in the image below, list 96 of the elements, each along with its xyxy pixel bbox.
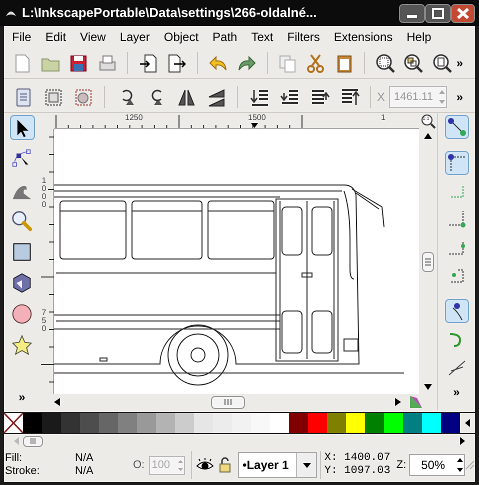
menu-item[interactable]: Help xyxy=(406,28,432,46)
color-swatch[interactable] xyxy=(327,413,346,433)
color-swatch[interactable] xyxy=(251,413,270,433)
no-paint-swatch[interactable] xyxy=(4,413,23,433)
snap-toggle-button[interactable] xyxy=(444,115,468,139)
x-label: X xyxy=(377,89,386,106)
menu-item[interactable]: Path xyxy=(212,28,238,46)
color-swatch[interactable] xyxy=(384,413,403,433)
rectangle-tool-icon xyxy=(11,240,33,262)
grip-icon xyxy=(30,438,36,444)
scroll-right-arrow-icon[interactable] xyxy=(460,437,465,445)
ruler-label: 1500 xyxy=(248,113,266,124)
selector-tool-button[interactable] xyxy=(10,115,34,140)
ruler-label: 1000 xyxy=(40,177,48,209)
color-swatch[interactable] xyxy=(422,413,441,433)
scroll-thumb[interactable] xyxy=(422,252,434,272)
color-swatch[interactable] xyxy=(270,413,289,433)
layer-dropdown[interactable]: •Layer 1 xyxy=(238,452,318,478)
padlock-icon[interactable] xyxy=(218,457,232,473)
color-swatch[interactable] xyxy=(308,413,327,433)
scroll-thumb[interactable] xyxy=(210,396,244,408)
dropdown-caret-icon xyxy=(302,462,311,468)
color-swatch[interactable] xyxy=(232,413,251,433)
color-swatch[interactable] xyxy=(441,413,460,433)
stroke-value: N/A xyxy=(75,465,94,478)
minimize-button[interactable] xyxy=(399,4,425,22)
zoom-page-icon xyxy=(430,52,454,74)
close-button[interactable] xyxy=(451,4,475,22)
opacity-label: O: xyxy=(133,458,145,473)
snap-bbox-icon xyxy=(446,152,468,174)
grip-icon xyxy=(425,258,431,266)
color-swatch[interactable] xyxy=(42,413,61,433)
maximize-button[interactable] xyxy=(425,4,451,22)
minimize-icon xyxy=(407,15,417,18)
color-swatch[interactable] xyxy=(289,413,308,433)
eye-icon[interactable] xyxy=(196,458,214,472)
cursor-y-coordinate: Y: 1097.03 xyxy=(324,465,390,478)
more-tools-button[interactable]: » xyxy=(18,388,26,406)
color-swatch[interactable] xyxy=(156,413,175,433)
magnifier-icon xyxy=(420,114,436,128)
color-swatch[interactable] xyxy=(61,413,80,433)
resize-grip-icon[interactable] xyxy=(465,460,476,470)
zoom-label: Z: xyxy=(396,458,406,473)
color-swatch[interactable] xyxy=(137,413,156,433)
pointer-marker-icon xyxy=(251,123,258,128)
scroll-right-arrow-icon[interactable] xyxy=(395,398,401,406)
ruler-label: 750 xyxy=(40,309,48,333)
star-tool-button[interactable] xyxy=(10,332,34,357)
menu-item[interactable]: Object xyxy=(164,28,199,46)
window-title: L:\InkscapePortable\Data\settings\266-oldalné... xyxy=(22,4,318,22)
node-tool-icon xyxy=(11,148,33,170)
cube-tool-icon xyxy=(11,272,33,294)
circle-tool-icon xyxy=(11,302,33,324)
cursor-x-coordinate: X: 1400.07 xyxy=(324,452,390,465)
ruler-label: 1250 xyxy=(125,113,143,124)
color-manage-icon[interactable] xyxy=(409,395,423,409)
snap-nodes-button[interactable] xyxy=(444,299,468,323)
menu-item[interactable]: View xyxy=(80,28,106,46)
color-swatch[interactable] xyxy=(365,413,384,433)
color-swatch[interactable] xyxy=(175,413,194,433)
menu-item[interactable]: Text xyxy=(251,28,274,46)
magnifier-icon xyxy=(11,210,33,232)
menu-item[interactable]: File xyxy=(12,28,32,46)
scroll-down-arrow-icon[interactable] xyxy=(424,384,432,390)
snap-bbox-button[interactable] xyxy=(444,151,468,175)
ruler-label: 1 xyxy=(381,113,386,124)
scroll-left-arrow-icon[interactable] xyxy=(54,398,60,406)
more-snap-button[interactable]: » xyxy=(453,383,460,401)
zoom-field[interactable]: 50% xyxy=(409,454,466,476)
color-swatch[interactable] xyxy=(80,413,99,433)
star-tool-icon xyxy=(11,334,33,356)
magnifier-button[interactable] xyxy=(10,208,34,233)
fill-label: Fill: xyxy=(5,452,24,465)
color-swatch[interactable] xyxy=(118,413,137,433)
snap-toggle-icon xyxy=(446,116,468,138)
color-swatch[interactable] xyxy=(99,413,118,433)
menu-item[interactable]: Extensions xyxy=(334,28,393,46)
scroll-up-arrow-icon[interactable] xyxy=(424,133,432,139)
stroke-label: Stroke: xyxy=(5,465,41,478)
fill-value: N/A xyxy=(75,452,94,465)
menu-item[interactable]: Filters xyxy=(287,28,320,46)
scroll-thumb[interactable] xyxy=(23,436,43,446)
menu-item[interactable]: Edit xyxy=(45,28,66,46)
color-swatch[interactable] xyxy=(194,413,213,433)
grip-icon xyxy=(224,399,232,405)
more-controls-button[interactable]: » xyxy=(456,88,463,106)
color-swatch[interactable] xyxy=(346,413,365,433)
zoom-selection-icon xyxy=(374,52,398,74)
color-swatch[interactable] xyxy=(23,413,42,433)
zoom-drawing-icon xyxy=(402,52,426,74)
color-swatch[interactable] xyxy=(403,413,422,433)
menu-item[interactable]: Layer xyxy=(120,28,150,46)
cross-icon xyxy=(4,413,23,433)
color-swatch[interactable] xyxy=(213,413,232,433)
palette-menu-icon[interactable] xyxy=(465,419,470,427)
more-tools-button[interactable]: » xyxy=(456,54,464,72)
